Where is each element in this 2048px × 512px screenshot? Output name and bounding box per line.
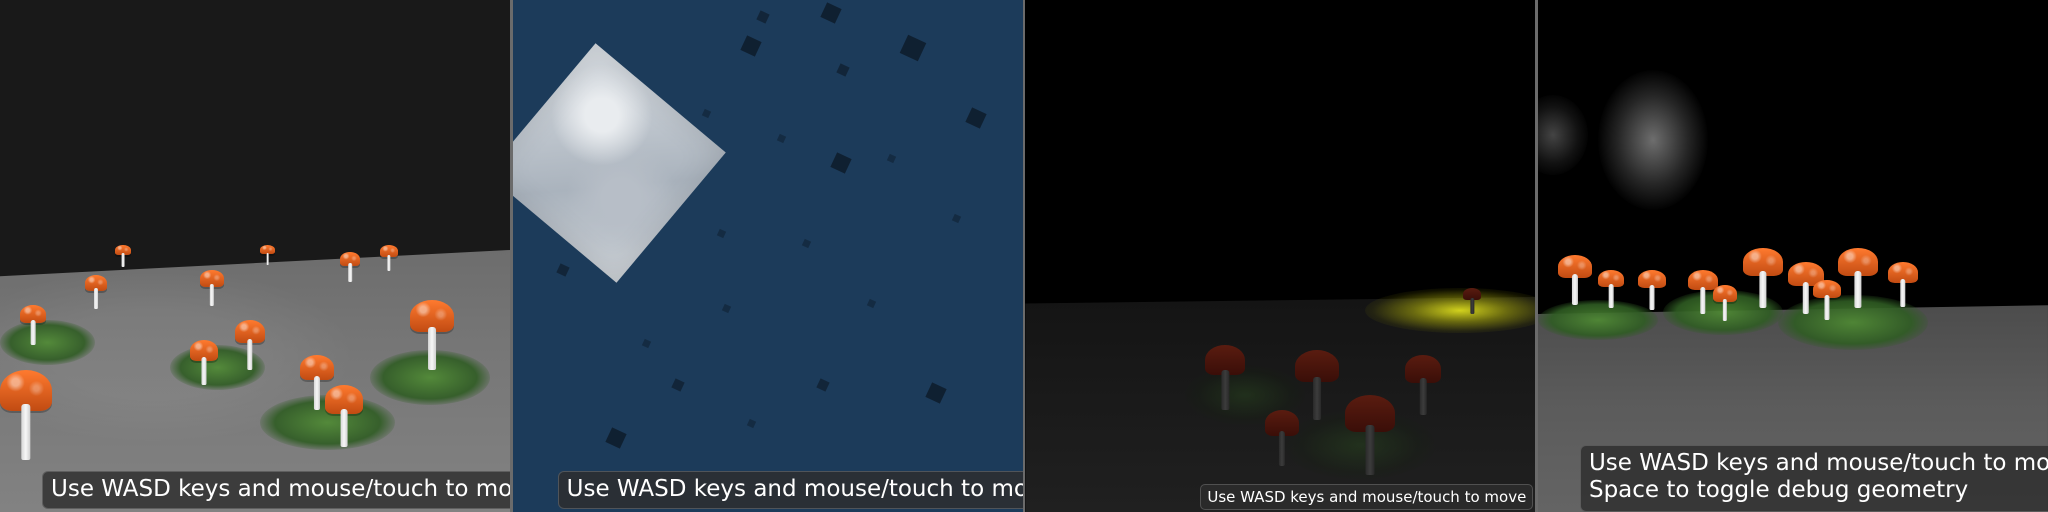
cube-icon	[740, 35, 762, 57]
mushroom-icon	[1637, 270, 1666, 310]
moss-patch	[0, 320, 95, 365]
mushroom-icon	[1557, 255, 1592, 305]
cube-icon	[701, 108, 711, 119]
cube-icon	[816, 378, 830, 392]
mushroom-icon	[1295, 350, 1340, 420]
cube-icon	[721, 303, 731, 314]
mushroom-icon	[1887, 262, 1918, 307]
textured-quad	[512, 43, 726, 283]
smoke-icon	[1597, 70, 1708, 210]
cube-icon	[641, 338, 651, 349]
cube-icon	[556, 263, 570, 277]
hud-line-move: Use WASD keys and mouse/touch to move	[566, 476, 1023, 503]
mushroom-icon	[1205, 345, 1246, 410]
mushroom-icon	[20, 305, 46, 345]
cube-icon	[951, 213, 961, 224]
mushroom-icon	[1812, 280, 1841, 320]
viewport-dark-lighting[interactable]: Use WASD keys and mouse/touch to move	[1025, 0, 1536, 512]
mushroom-icon	[235, 320, 265, 370]
hud-line-move: Use WASD keys and mouse/touch to move	[1588, 449, 2048, 476]
mushroom-icon	[190, 340, 218, 385]
hud-instructions: Use WASD keys and mouse/touch to move Sp…	[1579, 444, 2048, 512]
mushroom-icon	[1463, 288, 1482, 314]
cube-icon	[836, 63, 850, 77]
viewport-smoke[interactable]: Use WASD keys and mouse/touch to move Sp…	[1537, 0, 2048, 512]
mushroom-icon	[340, 252, 360, 282]
cube-icon	[899, 34, 926, 62]
hud-instructions: Use WASD keys and mouse/touch to move	[1200, 484, 1534, 510]
mushroom-icon	[1712, 285, 1737, 321]
mushroom-icon	[300, 355, 334, 410]
mushroom-icon	[1742, 248, 1783, 308]
cube-icon	[886, 153, 896, 164]
mushroom-icon	[0, 370, 52, 460]
cube-icon	[820, 2, 842, 24]
mushroom-icon	[260, 245, 275, 265]
cube-icon	[776, 133, 786, 144]
cube-icon	[965, 107, 987, 129]
viewport-mushroom-field[interactable]: Use WASD keys and mouse/touch to move	[0, 0, 510, 512]
mushroom-icon	[1345, 395, 1396, 475]
cube-icon	[925, 382, 947, 404]
mushroom-icon	[1837, 248, 1878, 308]
mushroom-icon	[410, 300, 454, 370]
hud-instructions: Use WASD keys and mouse/touch to move	[42, 471, 510, 509]
cube-icon	[801, 238, 811, 249]
hud-instructions: Use WASD keys and mouse/touch to move	[557, 471, 1023, 509]
smoke-icon	[1537, 95, 1588, 175]
mushroom-icon	[85, 275, 107, 309]
mushroom-icon	[380, 245, 398, 271]
cube-icon	[671, 378, 685, 392]
hud-line-move: Use WASD keys and mouse/touch to move	[1207, 488, 1527, 506]
mushroom-icon	[1265, 410, 1300, 466]
cube-icon	[866, 298, 876, 309]
mushroom-icon	[200, 270, 224, 306]
screenshot-strip: Use WASD keys and mouse/touch to move Us…	[0, 0, 2048, 512]
cube-icon	[716, 228, 726, 239]
viewport-particle-space[interactable]: Use WASD keys and mouse/touch to move	[512, 0, 1023, 512]
mushroom-icon	[1405, 355, 1442, 415]
hud-line-move: Use WASD keys and mouse/touch to move	[51, 476, 510, 503]
cube-icon	[830, 152, 852, 174]
mushroom-icon	[115, 245, 131, 267]
hud-line-debug-toggle: Space to toggle debug geometry	[1588, 477, 1969, 504]
cube-icon	[756, 10, 770, 24]
cube-icon	[746, 418, 756, 429]
cube-icon	[605, 427, 627, 449]
mushroom-icon	[1597, 270, 1624, 308]
